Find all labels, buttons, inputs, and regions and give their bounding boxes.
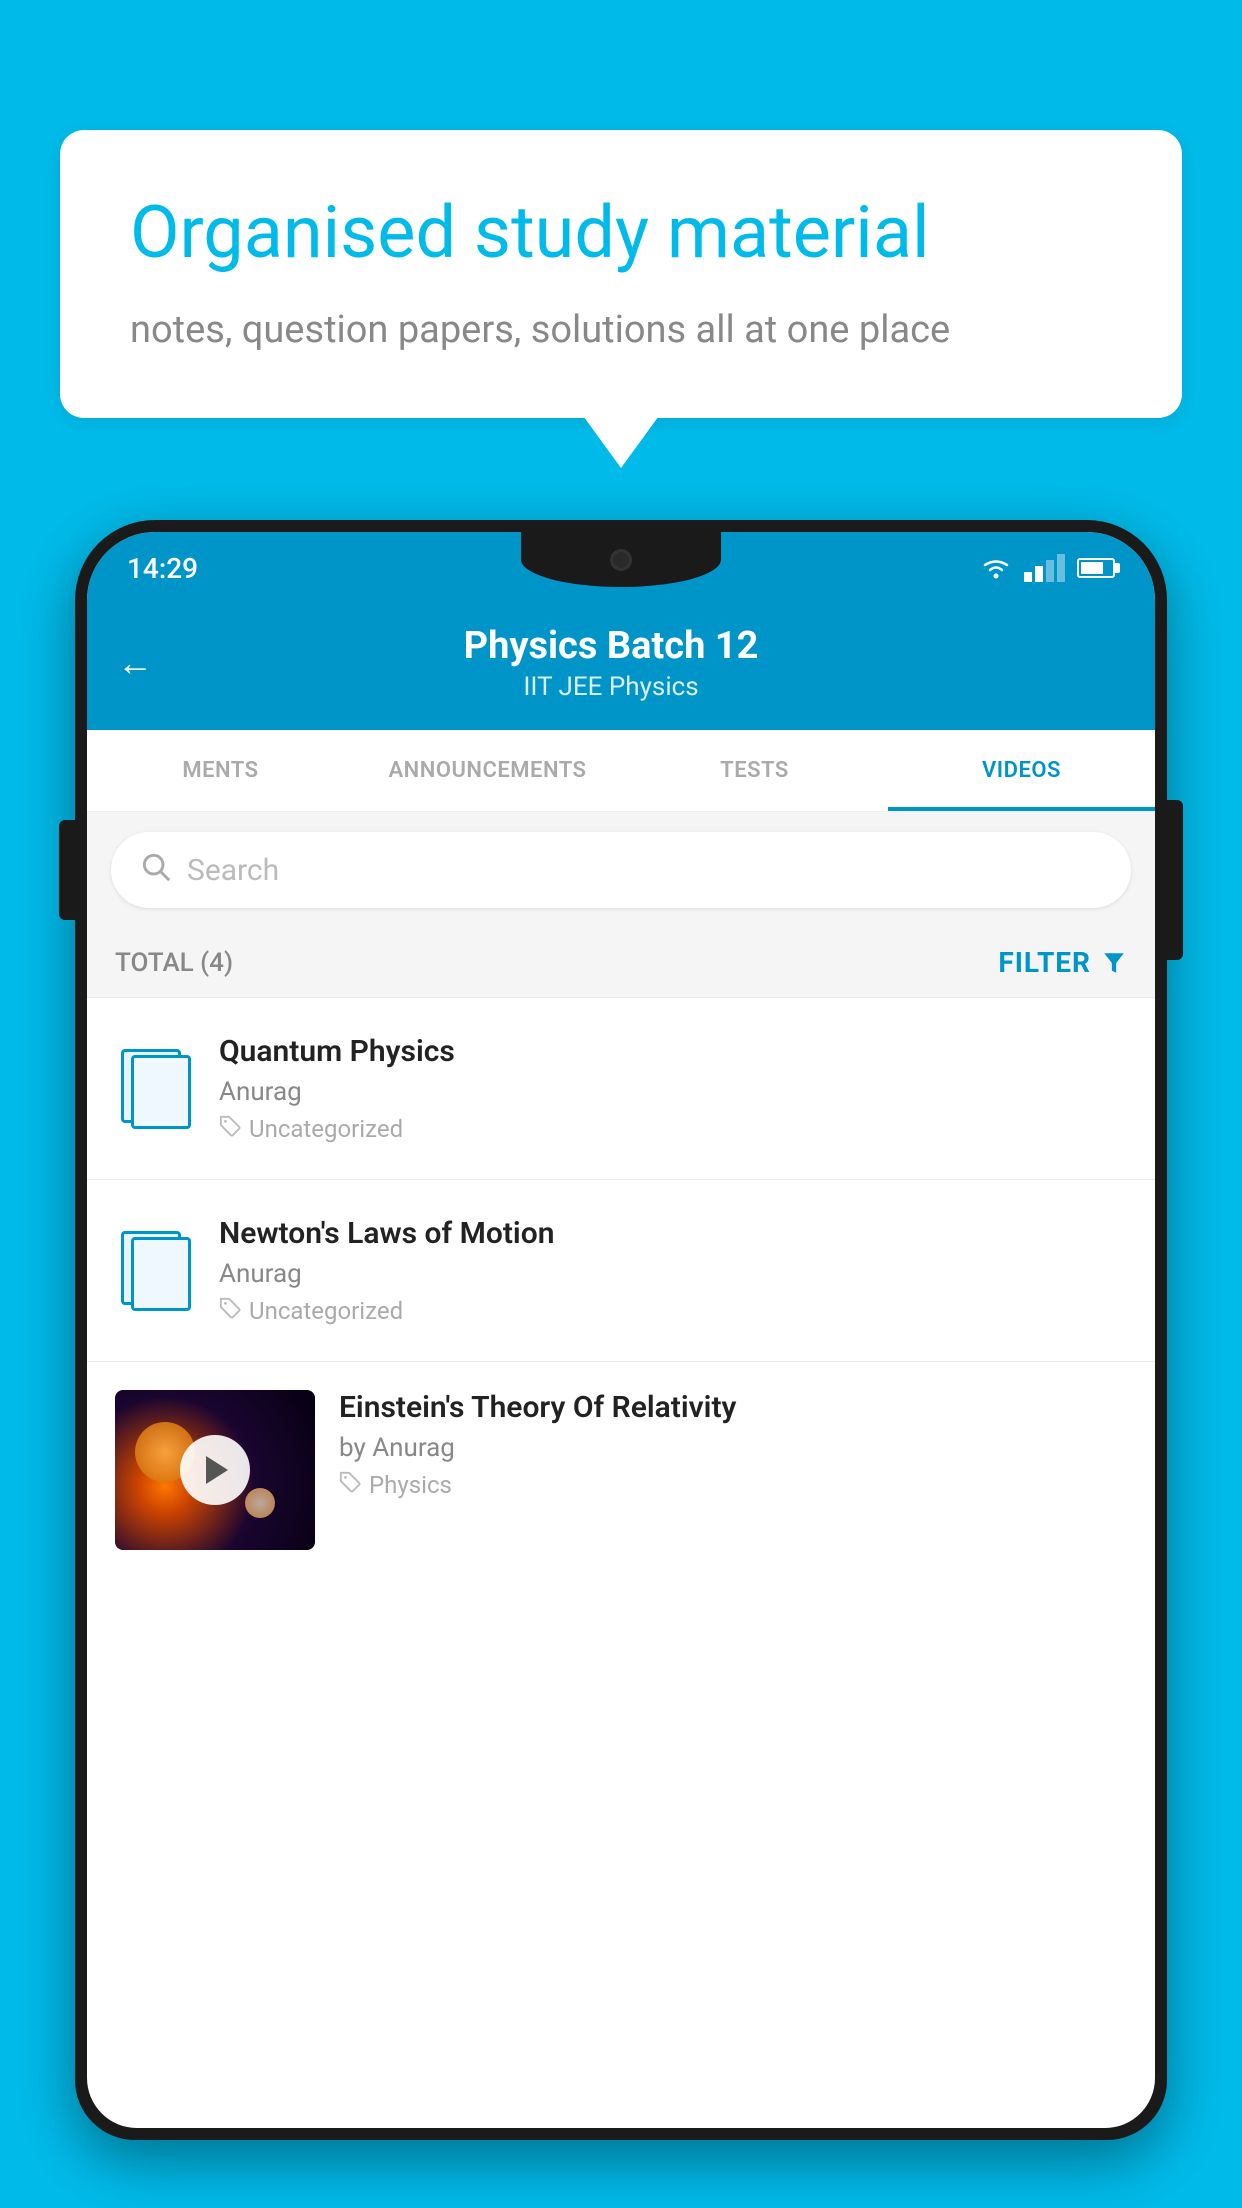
play-button-icon[interactable] [180, 1435, 250, 1505]
hero-title: Organised study material [130, 190, 1112, 276]
file-icon [121, 1231, 189, 1311]
tag-icon [219, 1297, 241, 1325]
filter-funnel-icon [1101, 950, 1127, 976]
video-info: Newton's Laws of Motion Anurag Uncategor… [219, 1216, 1127, 1325]
tag-icon [339, 1471, 361, 1499]
hero-subtitle: notes, question papers, solutions all at… [130, 304, 1112, 357]
list-item[interactable]: Quantum Physics Anurag Uncategorized [87, 998, 1155, 1180]
filter-button[interactable]: FILTER [998, 946, 1127, 979]
file-icon-wrapper [115, 1049, 195, 1129]
search-box[interactable]: Search [111, 832, 1131, 908]
notch [521, 532, 721, 587]
video-author: Anurag [219, 1259, 1127, 1289]
back-button[interactable]: ← [117, 642, 153, 684]
camera-dot [610, 549, 632, 571]
status-icons [980, 554, 1115, 582]
app-header: ← Physics Batch 12 IIT JEE Physics [87, 604, 1155, 730]
search-container: Search [87, 812, 1155, 928]
video-thumbnail [115, 1390, 315, 1550]
filter-label: FILTER [998, 946, 1091, 979]
tabs-bar: MENTS ANNOUNCEMENTS TESTS VIDEOS [87, 730, 1155, 812]
battery-icon [1077, 558, 1115, 578]
file-icon [121, 1049, 189, 1129]
video-tag: Uncategorized [219, 1115, 1127, 1143]
video-tag: Uncategorized [219, 1297, 1127, 1325]
video-author: Anurag [219, 1077, 1127, 1107]
total-label: TOTAL (4) [115, 948, 233, 978]
hero-section: Organised study material notes, question… [60, 130, 1182, 418]
signal-bars-icon [1024, 554, 1065, 582]
video-title: Einstein's Theory Of Relativity [339, 1390, 1127, 1425]
file-icon-wrapper [115, 1231, 195, 1311]
header-title-area: Physics Batch 12 IIT JEE Physics [173, 624, 1049, 702]
status-bar: 14:29 [87, 532, 1155, 604]
video-info: Quantum Physics Anurag Uncategorized [219, 1034, 1127, 1143]
tag-icon [219, 1115, 241, 1143]
tab-ments[interactable]: MENTS [87, 730, 354, 811]
phone-outer: 14:29 [75, 520, 1167, 2140]
video-author: by Anurag [339, 1433, 1127, 1463]
wifi-icon [980, 557, 1012, 579]
tab-announcements[interactable]: ANNOUNCEMENTS [354, 730, 621, 811]
tab-tests[interactable]: TESTS [621, 730, 888, 811]
video-list: Quantum Physics Anurag Uncategorized [87, 998, 1155, 1586]
status-time: 14:29 [127, 552, 198, 585]
video-title: Quantum Physics [219, 1034, 1127, 1069]
search-placeholder: Search [187, 853, 279, 888]
filter-row: TOTAL (4) FILTER [87, 928, 1155, 998]
phone-wrapper: 14:29 [75, 520, 1167, 2208]
tab-videos[interactable]: VIDEOS [888, 730, 1155, 811]
list-item[interactable]: Newton's Laws of Motion Anurag Uncategor… [87, 1180, 1155, 1362]
video-info: Einstein's Theory Of Relativity by Anura… [339, 1390, 1127, 1499]
header-title: Physics Batch 12 [173, 624, 1049, 668]
header-subtitle: IIT JEE Physics [173, 672, 1049, 702]
video-title: Newton's Laws of Motion [219, 1216, 1127, 1251]
list-item[interactable]: Einstein's Theory Of Relativity by Anura… [87, 1362, 1155, 1586]
video-tag: Physics [339, 1471, 1127, 1499]
search-icon [139, 850, 171, 890]
speech-bubble: Organised study material notes, question… [60, 130, 1182, 418]
phone-inner: 14:29 [87, 532, 1155, 2128]
